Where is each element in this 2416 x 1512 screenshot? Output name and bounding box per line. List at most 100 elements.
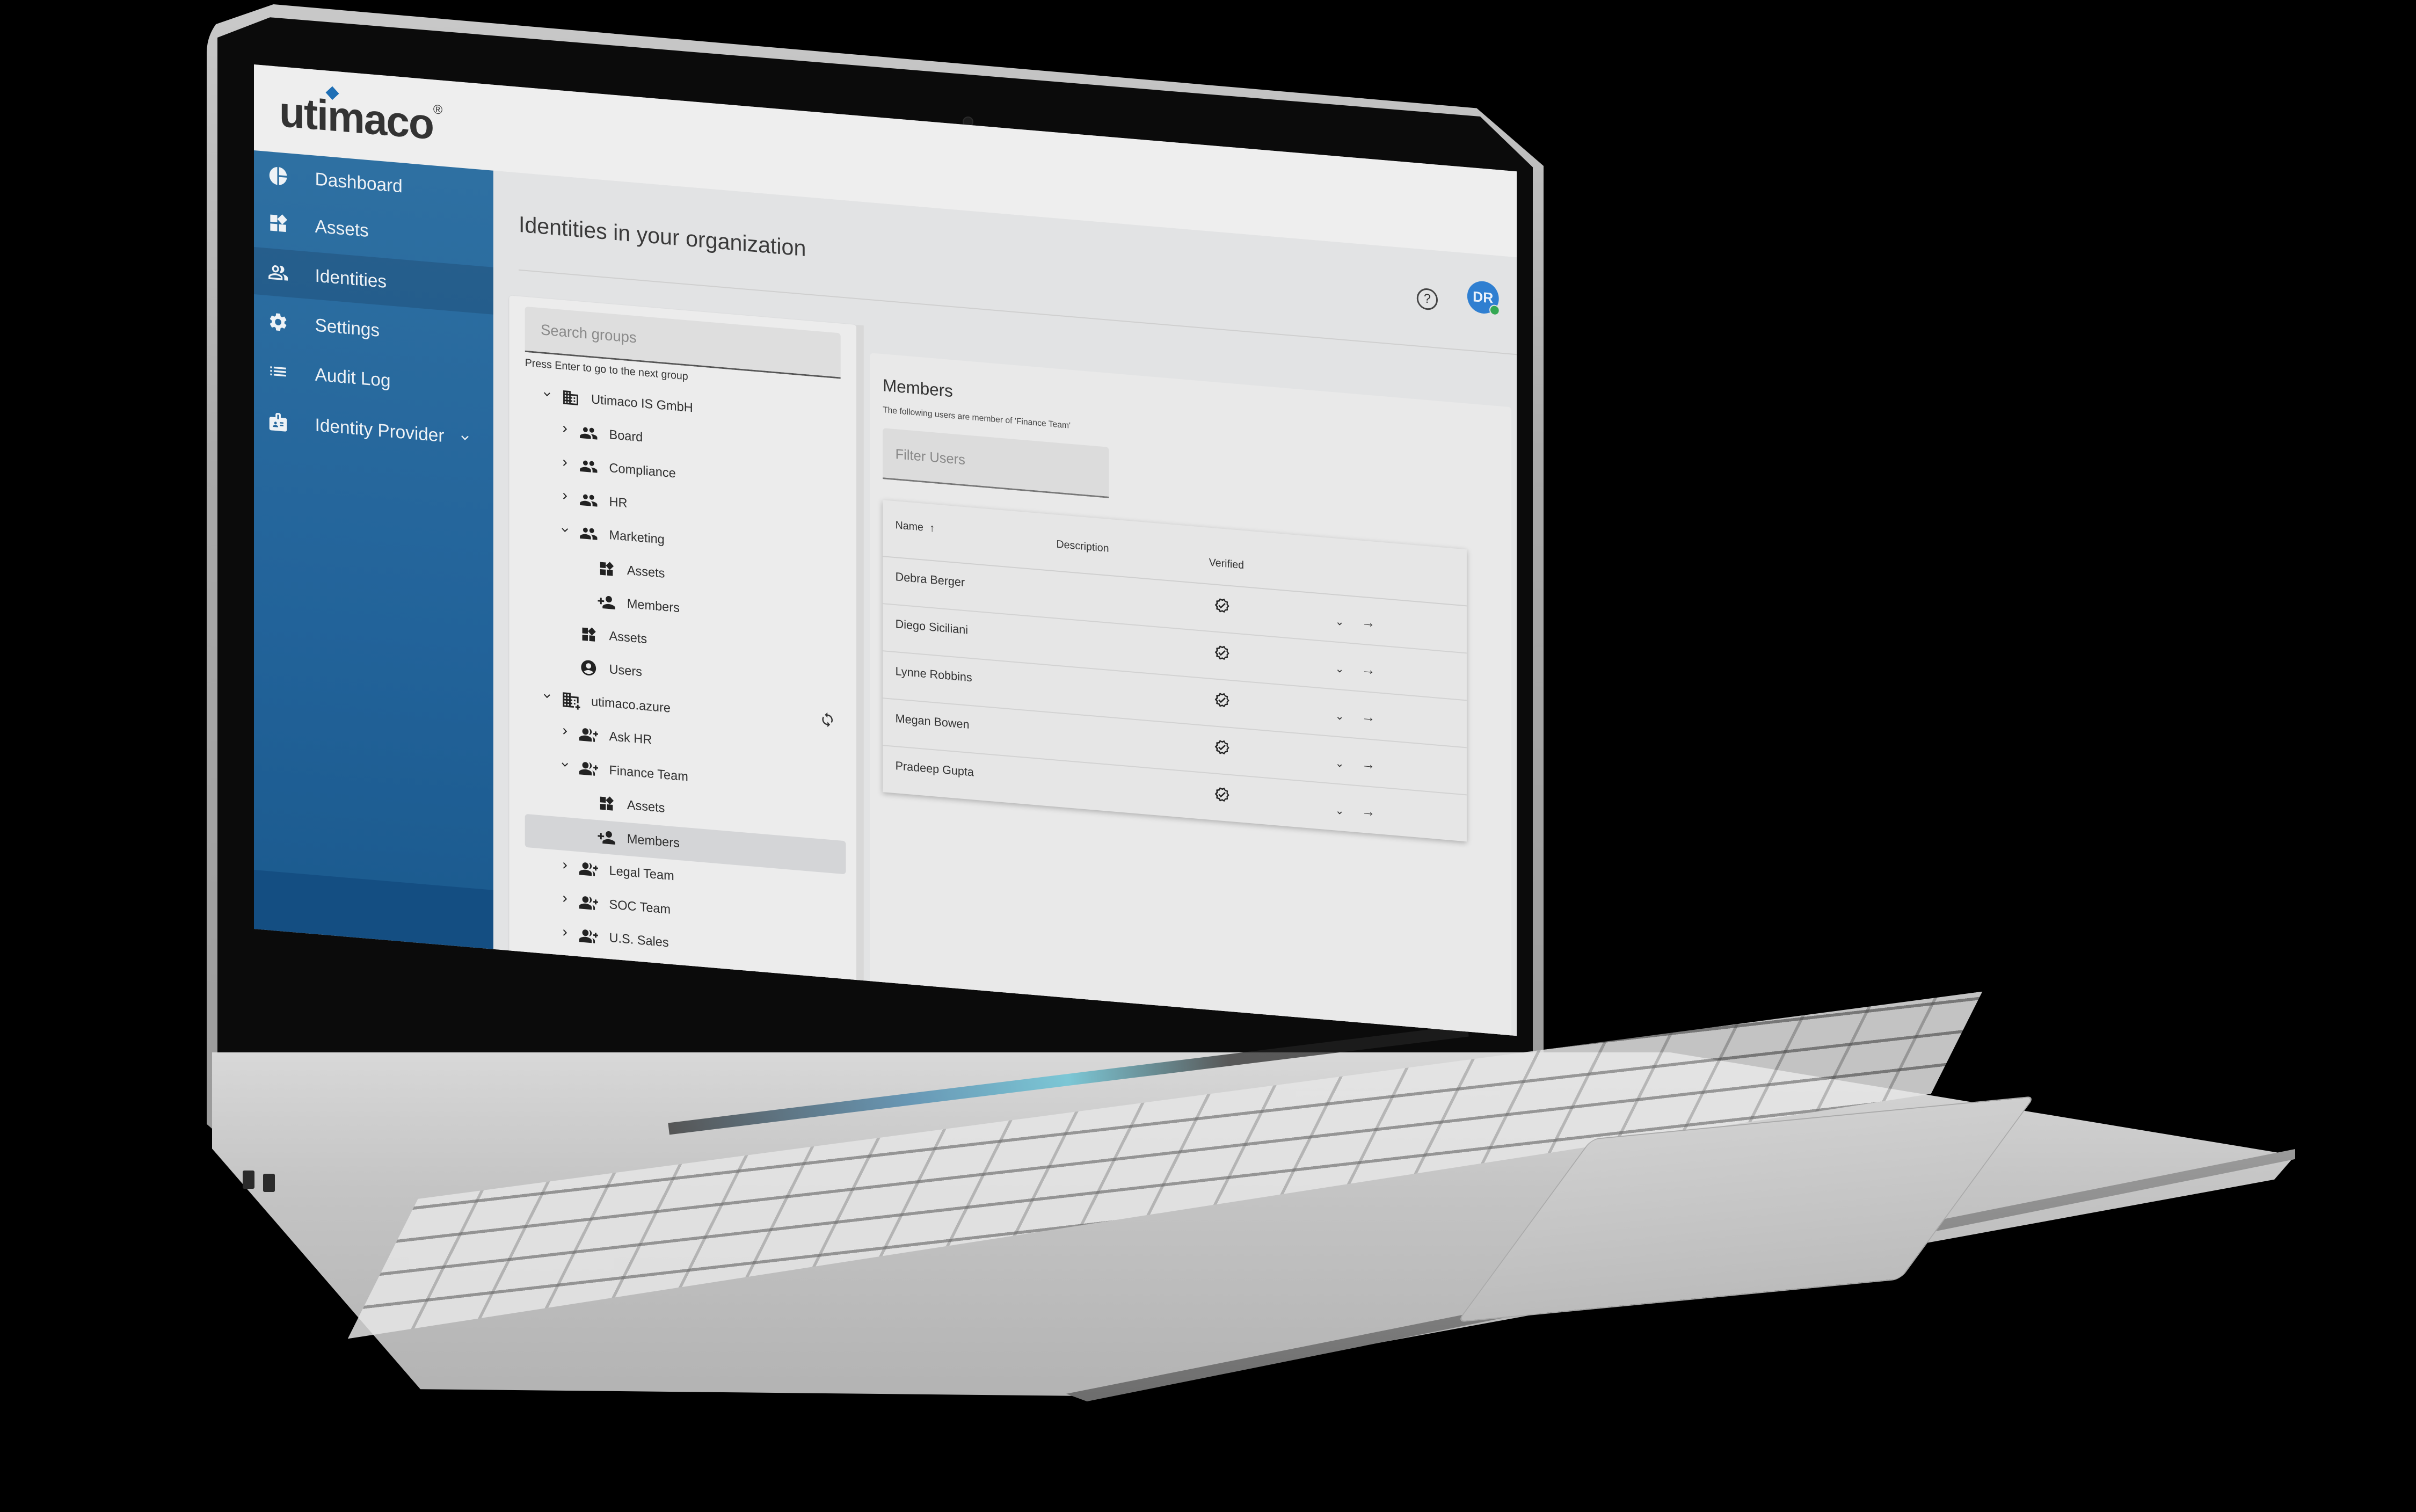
caret-spacer: [577, 801, 590, 802]
caret-spacer: [577, 566, 590, 567]
tree-item-label: Board: [609, 427, 643, 445]
tree-item-label: utimaco.azure: [591, 694, 671, 716]
dashboard-pie-icon: [267, 164, 288, 187]
chevron-right-icon[interactable]: [558, 456, 571, 474]
sidebar-item-label: Assets: [315, 216, 369, 241]
tree-item-label: Utimaco IS GmbH: [591, 392, 693, 416]
tree-item-label: Users: [609, 662, 642, 680]
help-circle-icon[interactable]: ?: [1416, 287, 1438, 311]
tree-item-label: Legal Team: [609, 863, 674, 884]
account-circle-icon: [579, 658, 599, 678]
chevron-right-icon[interactable]: [558, 892, 571, 910]
tree-item-label: HR: [609, 494, 628, 511]
group-add-icon: [579, 859, 599, 879]
column-description[interactable]: Description: [1057, 539, 1109, 555]
expand-row-chevron-icon[interactable]: ⌄: [1335, 804, 1344, 818]
column-verified[interactable]: Verified: [1209, 557, 1244, 572]
caret-spacer: [577, 834, 590, 835]
registered-mark: ®: [433, 102, 442, 118]
expand-row-chevron-icon[interactable]: ⌄: [1335, 709, 1344, 723]
tree-item-label: Assets: [627, 563, 665, 581]
open-arrow-icon[interactable]: →: [1362, 661, 1375, 679]
domain-icon: [561, 388, 580, 408]
group-icon: [579, 456, 599, 476]
badge-icon: [267, 410, 288, 433]
verified-badge-icon: [1214, 691, 1230, 711]
members-panel: Members The following users are member o…: [870, 353, 1512, 1036]
column-name-label: Name: [895, 519, 923, 534]
open-arrow-icon[interactable]: →: [1362, 803, 1375, 820]
sidebar-item-label: Identities: [315, 265, 387, 292]
online-status-dot: [1489, 304, 1500, 316]
group-icon: [579, 423, 599, 443]
tree-item-label: Finance Team: [609, 762, 688, 784]
table-body: Debra Berger ⌄ → Diego Siciliani ⌄ → Lynne Rob…: [883, 557, 1467, 841]
tree-item-label: Members: [627, 596, 680, 616]
member-name: Lynne Robbins: [895, 664, 972, 685]
laptop-screen: utimaco® Dashboard Assets Identities Set…: [254, 64, 1517, 1036]
verified-badge-icon: [1214, 738, 1230, 759]
sync-icon[interactable]: [820, 711, 835, 732]
tree-item-label: Members: [627, 831, 680, 851]
assets-widgets-icon: [596, 559, 616, 579]
open-arrow-icon[interactable]: →: [1362, 614, 1375, 631]
main-content: Identities in your organization ? DR Pre…: [493, 170, 1517, 1036]
chevron-down-icon[interactable]: [457, 428, 472, 450]
chevron-down-icon[interactable]: [541, 387, 554, 405]
groups-panel: Press Enter to go to the next group Utim…: [509, 295, 857, 1036]
open-arrow-icon[interactable]: →: [1362, 708, 1375, 726]
chevron-down-icon[interactable]: [558, 758, 571, 775]
person-add-icon: [596, 592, 616, 612]
filter-users-input[interactable]: [883, 428, 1109, 497]
expand-row-chevron-icon[interactable]: ⌄: [1335, 615, 1344, 629]
list-icon: [267, 360, 288, 383]
tree-item-label: U.S. Sales: [609, 931, 669, 950]
chevron-right-icon[interactable]: [558, 859, 571, 876]
member-name: Debra Berger: [895, 570, 965, 590]
caret-spacer: [558, 665, 571, 666]
expand-row-chevron-icon[interactable]: ⌄: [1335, 757, 1344, 770]
tree-item-label: Marketing: [609, 528, 665, 547]
person-add-icon: [596, 827, 616, 847]
tree-scrollbar[interactable]: [856, 325, 864, 1036]
tree-item-label: SOC Team: [609, 897, 671, 917]
assets-widgets-icon: [596, 794, 616, 813]
group-add-icon: [579, 759, 599, 779]
chevron-right-icon[interactable]: [558, 724, 571, 742]
column-name[interactable]: Name ↑: [896, 519, 935, 535]
sort-ascending-icon: ↑: [929, 522, 935, 535]
avatar-initials: DR: [1473, 288, 1494, 307]
caret-spacer: [577, 600, 590, 601]
caret-spacer: [558, 632, 571, 633]
usb-port: [243, 1171, 254, 1189]
sidebar-item-label: Identity Provider: [315, 415, 445, 446]
group-add-icon: [579, 725, 599, 745]
utimaco-logo: utimaco®: [279, 86, 442, 150]
members-subtitle: The following users are member of 'Finan…: [883, 405, 1071, 431]
group-icon: [579, 524, 599, 543]
chevron-down-icon[interactable]: [558, 523, 571, 541]
tree-item-label: Compliance: [609, 461, 676, 481]
verified-badge-icon: [1214, 786, 1230, 806]
assets-widgets-icon: [579, 624, 599, 644]
group-icon: [579, 490, 599, 510]
chevron-right-icon[interactable]: [558, 489, 571, 507]
member-name: Megan Bowen: [895, 711, 970, 731]
filter-users-field[interactable]: [883, 428, 1109, 498]
tree-item-label: Ask HR: [609, 729, 652, 747]
tree-item-label: Assets: [609, 628, 647, 646]
open-arrow-icon[interactable]: →: [1362, 755, 1375, 773]
sidebar-item-label: Audit Log: [315, 364, 391, 391]
chevron-right-icon[interactable]: [558, 422, 571, 440]
user-avatar[interactable]: DR: [1467, 280, 1500, 316]
sidebar-item-label: Settings: [315, 315, 380, 341]
domain-add-icon: [561, 690, 580, 710]
sidebar: Dashboard Assets Identities Settings Aud…: [254, 150, 493, 949]
expand-row-chevron-icon[interactable]: ⌄: [1335, 662, 1344, 676]
page-title: Identities in your organization: [518, 211, 806, 261]
chevron-down-icon[interactable]: [541, 689, 554, 707]
chevron-right-icon[interactable]: [558, 926, 571, 943]
members-title: Members: [883, 375, 953, 401]
group-add-icon: [579, 893, 599, 913]
gear-icon: [267, 310, 288, 333]
